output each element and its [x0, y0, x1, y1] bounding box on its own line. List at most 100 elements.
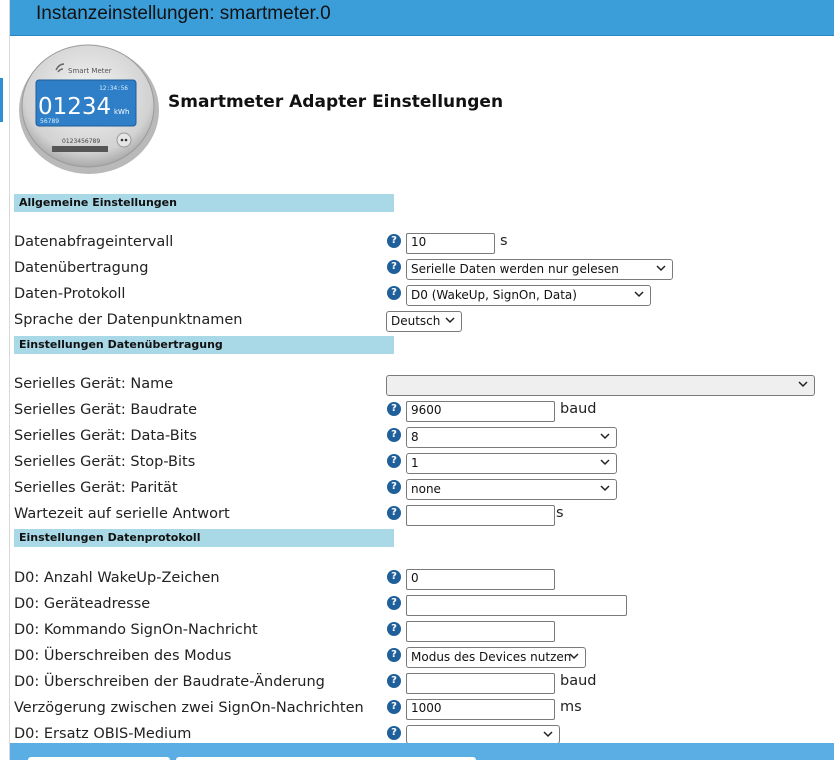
parity-select[interactable]: none	[406, 479, 617, 500]
protocol-select[interactable]: D0 (WakeUp, SignOn, Data)	[406, 285, 651, 306]
mode-override-select[interactable]: Modus des Devices nutzen	[406, 647, 586, 668]
chevron-down-icon	[600, 433, 610, 440]
language-select[interactable]: Deutsch	[386, 311, 462, 332]
help-icon[interactable]: ?	[387, 260, 401, 274]
svg-text:12:34:56: 12:34:56	[99, 85, 128, 92]
obis-medium-label: D0: Ersatz OBIS-Medium	[14, 726, 192, 742]
signon-cmd-input[interactable]	[406, 621, 555, 642]
chevron-down-icon	[569, 653, 579, 660]
signon-delay-input[interactable]: 1000	[406, 699, 555, 720]
signon-delay-label: Verzögerung zwischen zwei SignOn-Nachric…	[14, 700, 364, 716]
help-icon[interactable]: ?	[387, 700, 401, 714]
protocol-value: D0 (WakeUp, SignOn, Data)	[411, 288, 577, 302]
help-icon[interactable]: ?	[387, 674, 401, 688]
row-device-address: D0: Geräteadresse ?	[0, 595, 834, 621]
row-transfer-mode: Datenübertragung ? Serielle Daten werden…	[0, 259, 834, 285]
row-parity: Serielles Gerät: Parität ? none	[0, 479, 834, 505]
row-baud-override: D0: Überschreiben der Baudrate-Änderung …	[0, 673, 834, 699]
row-language: Sprache der Datenpunktnamen Deutsch	[0, 311, 834, 337]
row-protocol: Daten-Protokoll ? D0 (WakeUp, SignOn, Da…	[0, 285, 834, 311]
help-icon[interactable]: ?	[387, 570, 401, 584]
signon-delay-unit: ms	[560, 699, 582, 715]
help-icon[interactable]: ?	[387, 234, 401, 248]
row-response-wait: Wartezeit auf serielle Antwort ? s	[0, 505, 834, 531]
serial-name-select[interactable]	[386, 375, 815, 396]
svg-text:kWh: kWh	[114, 108, 129, 116]
svg-text:01234: 01234	[38, 94, 111, 120]
stopbits-label: Serielles Gerät: Stop-Bits	[14, 454, 196, 470]
row-baudrate: Serielles Gerät: Baudrate ? 9600 baud	[0, 401, 834, 427]
transfer-mode-value: Serielle Daten werden nur gelesen	[411, 262, 619, 276]
transfer-mode-label: Datenübertragung	[14, 260, 149, 276]
databits-label: Serielles Gerät: Data-Bits	[14, 428, 197, 444]
serial-name-label: Serielles Gerät: Name	[14, 376, 174, 392]
page-title: Smartmeter Adapter Einstellungen	[168, 92, 504, 112]
row-wakeup-chars: D0: Anzahl WakeUp-Zeichen ? 0	[0, 569, 834, 595]
help-icon[interactable]: ?	[387, 402, 401, 416]
section-header-transfer: Einstellungen Datenübertragung	[14, 336, 394, 354]
help-icon[interactable]: ?	[387, 648, 401, 662]
row-databits: Serielles Gerät: Data-Bits ? 8	[0, 427, 834, 453]
dialog-title-bar: Instanzeinstellungen: smartmeter.0	[10, 0, 834, 36]
row-mode-override: D0: Überschreiben des Modus ? Modus des …	[0, 647, 834, 673]
help-icon[interactable]: ?	[387, 622, 401, 636]
response-wait-input[interactable]	[406, 505, 555, 526]
svg-text:Smart Meter: Smart Meter	[68, 67, 112, 75]
help-icon[interactable]: ?	[387, 286, 401, 300]
chevron-down-icon	[445, 317, 455, 324]
mode-override-value: Modus des Devices nutzen	[411, 650, 572, 664]
device-address-input[interactable]	[406, 595, 627, 616]
help-icon[interactable]: ?	[387, 428, 401, 442]
left-sidebar-active-indicator	[0, 78, 3, 122]
chevron-down-icon	[600, 459, 610, 466]
svg-text:56789: 56789	[40, 118, 59, 125]
device-address-label: D0: Geräteadresse	[14, 596, 151, 612]
dialog-title: Instanzeinstellungen: smartmeter.0	[36, 3, 331, 24]
help-icon[interactable]: ?	[387, 506, 401, 520]
footer-button-save-close[interactable]	[176, 757, 476, 763]
baud-override-label: D0: Überschreiben der Baudrate-Änderung	[14, 674, 325, 690]
help-icon[interactable]: ?	[387, 480, 401, 494]
parity-value: none	[411, 482, 441, 496]
interval-label: Datenabfrageintervall	[14, 234, 174, 250]
mode-override-label: D0: Überschreiben des Modus	[14, 648, 232, 664]
svg-text:0123456789: 0123456789	[62, 138, 100, 145]
response-wait-unit: s	[556, 505, 564, 521]
baudrate-unit: baud	[560, 401, 597, 417]
baudrate-label: Serielles Gerät: Baudrate	[14, 402, 198, 418]
row-serial-name: Serielles Gerät: Name	[0, 375, 834, 401]
chevron-down-icon	[543, 731, 553, 738]
obis-medium-select[interactable]	[406, 725, 560, 744]
response-wait-label: Wartezeit auf serielle Antwort	[14, 506, 230, 522]
databits-select[interactable]: 8	[406, 427, 617, 448]
baudrate-input[interactable]: 9600	[406, 401, 555, 422]
help-icon[interactable]: ?	[387, 454, 401, 468]
databits-value: 8	[411, 430, 419, 444]
transfer-mode-select[interactable]: Serielle Daten werden nur gelesen	[406, 259, 673, 280]
row-signon-delay: Verzögerung zwischen zwei SignOn-Nachric…	[0, 699, 834, 725]
footer-button-save[interactable]	[28, 757, 170, 763]
interval-input[interactable]: 10	[406, 233, 495, 254]
chevron-down-icon	[634, 291, 644, 298]
section-header-general: Allgemeine Einstellungen	[14, 194, 394, 212]
row-stopbits: Serielles Gerät: Stop-Bits ? 1	[0, 453, 834, 479]
smartmeter-logo-icon: Smart Meter 12:34:56 01234 kWh 56789 012…	[19, 44, 159, 174]
interval-unit: s	[500, 233, 508, 249]
chevron-down-icon	[656, 265, 666, 272]
stopbits-value: 1	[411, 456, 419, 470]
baud-override-input[interactable]	[406, 673, 555, 694]
language-label: Sprache der Datenpunktnamen	[14, 312, 243, 328]
row-signon-cmd: D0: Kommando SignOn-Nachricht ?	[0, 621, 834, 647]
baud-override-unit: baud	[560, 673, 597, 689]
protocol-label: Daten-Protokoll	[14, 286, 126, 302]
chevron-down-icon	[798, 381, 808, 388]
row-interval: Datenabfrageintervall ? 10 s	[0, 233, 834, 259]
signon-cmd-label: D0: Kommando SignOn-Nachricht	[14, 622, 258, 638]
chevron-down-icon	[600, 485, 610, 492]
parity-label: Serielles Gerät: Parität	[14, 480, 178, 496]
section-header-protocol: Einstellungen Datenprotokoll	[14, 529, 394, 547]
wakeup-chars-input[interactable]: 0	[406, 569, 555, 590]
help-icon[interactable]: ?	[387, 726, 401, 740]
help-icon[interactable]: ?	[387, 596, 401, 610]
stopbits-select[interactable]: 1	[406, 453, 617, 474]
